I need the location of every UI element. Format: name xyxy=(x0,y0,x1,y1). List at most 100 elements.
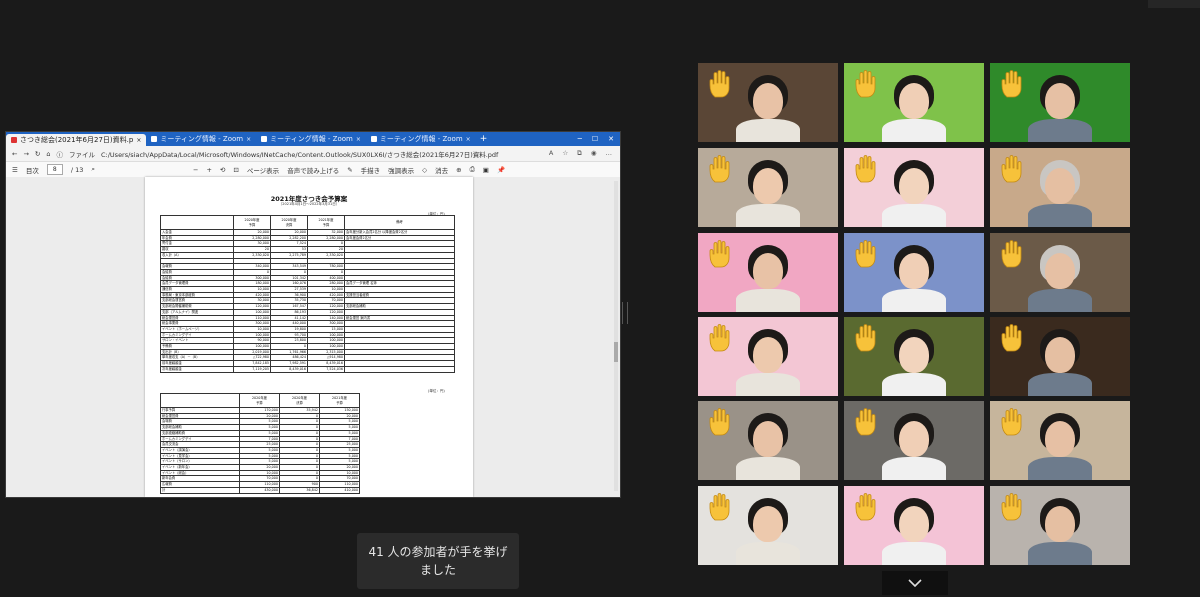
print-icon[interactable]: ⎙ xyxy=(470,165,475,174)
profile-icon[interactable]: ◉ xyxy=(591,149,597,158)
url-field[interactable]: C:/Users/siach/AppData/Local/Microsoft/W… xyxy=(101,149,498,159)
refresh-icon[interactable]: ↻ xyxy=(35,150,40,158)
chevron-down-icon[interactable] xyxy=(882,571,948,595)
participant-video-tile[interactable] xyxy=(698,401,838,480)
browser-tab[interactable]: さつき総会(2021年6月27日)資料.p × xyxy=(6,134,147,146)
tab-label: ミーティング情報 - Zoom xyxy=(379,135,463,143)
table-cell: 36,842 xyxy=(278,486,320,494)
participant-body xyxy=(882,119,946,142)
participant-body xyxy=(1028,289,1092,312)
tab-label: ミーティング情報 - Zoom xyxy=(160,135,244,143)
table-header: 備考 xyxy=(344,215,455,230)
rotate-icon[interactable]: ⟲ xyxy=(220,166,225,174)
raised-hand-icon xyxy=(1001,70,1022,98)
tab-close-icon[interactable]: × xyxy=(136,137,141,144)
pdf-viewport[interactable]: 2021年度さつき会予算案 （2021年4月1日～2022年3月31日） (単位… xyxy=(6,177,620,497)
participant-face xyxy=(899,506,929,542)
toc-icon[interactable]: ☰ xyxy=(12,166,18,174)
table-cell: 8,439,016 xyxy=(270,365,308,373)
pdf-scrollbar[interactable] xyxy=(614,181,618,491)
tab-close-icon[interactable]: × xyxy=(466,136,471,143)
participant-video-tile[interactable] xyxy=(844,148,984,227)
home-icon[interactable]: ⌂ xyxy=(46,150,50,158)
participant-video-tile[interactable] xyxy=(990,63,1130,142)
toc-button[interactable]: 目次 xyxy=(26,165,39,175)
raised-hand-icon xyxy=(1001,324,1022,352)
participant-face xyxy=(1045,168,1075,204)
fit-icon[interactable]: ⊡ xyxy=(233,166,238,174)
raised-hand-icon xyxy=(855,240,876,268)
participant-face xyxy=(753,337,783,373)
participant-video-tile[interactable] xyxy=(698,486,838,565)
zoom-in-icon[interactable]: + xyxy=(206,166,211,174)
table-header: 2020年度 決算 xyxy=(278,393,320,408)
table-row: 次年度繰越金 7,119,205 8,439,016 7,524,036 xyxy=(160,365,455,373)
tab-label: ミーティング情報 - Zoom xyxy=(270,135,353,143)
browser-actions: A ☆ ⧉ ◉ … xyxy=(549,149,620,158)
participant-body xyxy=(736,119,800,142)
participant-face xyxy=(753,83,783,119)
browser-tab[interactable]: ミーティング情報 - Zoom × xyxy=(366,133,476,145)
forward-icon[interactable]: → xyxy=(23,150,28,158)
pin-icon[interactable]: 📌 xyxy=(497,166,505,174)
participant-video-tile[interactable] xyxy=(844,317,984,396)
participant-video-tile[interactable] xyxy=(990,148,1130,227)
participant-video-tile[interactable] xyxy=(844,401,984,480)
read-aloud-button[interactable]: 音声で読み上げる xyxy=(287,165,339,175)
pdf-scroll-thumb[interactable] xyxy=(614,342,618,362)
more-icon[interactable]: … xyxy=(606,149,613,158)
zoom-out-icon[interactable]: − xyxy=(193,166,198,174)
browser-tab[interactable]: ミーティング情報 - Zoom × xyxy=(256,133,366,145)
participant-video-tile[interactable] xyxy=(698,233,838,312)
search-icon[interactable]: ⌕ xyxy=(91,165,95,174)
page-number-input[interactable]: 8 xyxy=(46,164,63,175)
table-cell: 410,000 xyxy=(318,486,361,494)
participant-video-tile[interactable] xyxy=(844,63,984,142)
participant-video-tile[interactable] xyxy=(844,486,984,565)
notification-text: 41 人の参加者が手を挙げました xyxy=(368,545,508,577)
split-resize-handle[interactable] xyxy=(622,302,628,324)
participant-video-tile[interactable] xyxy=(844,233,984,312)
participant-video-tile[interactable] xyxy=(990,317,1130,396)
raised-hand-icon xyxy=(855,493,876,521)
maximize-icon[interactable]: ☐ xyxy=(592,135,598,143)
collections-icon[interactable]: ⧉ xyxy=(577,149,582,158)
participant-video-tile[interactable] xyxy=(698,317,838,396)
table-cell xyxy=(344,365,455,373)
minimize-icon[interactable]: ─ xyxy=(578,135,582,143)
participant-body xyxy=(1028,457,1092,480)
participant-body xyxy=(882,373,946,396)
event-budget-table: 2020年度 予算 2020年度 決算 2021年度 予算 行事予算 170,000 35… xyxy=(160,393,361,494)
add-text-icon[interactable]: ⊕ xyxy=(456,166,461,174)
table-header xyxy=(160,215,234,230)
unit-label: (単位：円) xyxy=(428,389,445,393)
table-header: 2020年度 決算 xyxy=(270,215,308,230)
participant-video-tile[interactable] xyxy=(698,63,838,142)
participant-video-tile[interactable] xyxy=(990,401,1130,480)
raised-hand-icon xyxy=(709,70,730,98)
tab-close-icon[interactable]: × xyxy=(246,136,251,143)
save-icon[interactable]: ▣ xyxy=(483,166,489,174)
page-view-button[interactable]: ページ表示 xyxy=(247,165,279,175)
participant-body xyxy=(1028,204,1092,227)
participant-body xyxy=(882,542,946,565)
close-window-icon[interactable]: ✕ xyxy=(608,135,614,143)
participant-face xyxy=(1045,506,1075,542)
new-tab-button[interactable]: + xyxy=(476,134,492,144)
draw-button[interactable]: 手描き xyxy=(361,165,381,175)
table-cell: 次年度繰越金 xyxy=(160,365,234,373)
table-cell: 計 xyxy=(160,486,240,494)
participant-video-tile[interactable] xyxy=(698,148,838,227)
draw-icon[interactable]: ✎ xyxy=(347,166,352,174)
participant-face xyxy=(899,168,929,204)
participant-video-tile[interactable] xyxy=(990,486,1130,565)
favorite-icon[interactable]: ☆ xyxy=(562,149,568,158)
browser-tab[interactable]: ミーティング情報 - Zoom × xyxy=(146,133,256,145)
participant-video-tile[interactable] xyxy=(990,233,1130,312)
highlight-button[interactable]: 強調表示 xyxy=(388,165,414,175)
eraser-icon[interactable]: ◇ xyxy=(422,166,427,174)
read-icon[interactable]: A xyxy=(549,149,553,158)
erase-button[interactable]: 消去 xyxy=(435,165,448,175)
tab-close-icon[interactable]: × xyxy=(356,136,361,143)
back-icon[interactable]: ← xyxy=(12,150,17,158)
